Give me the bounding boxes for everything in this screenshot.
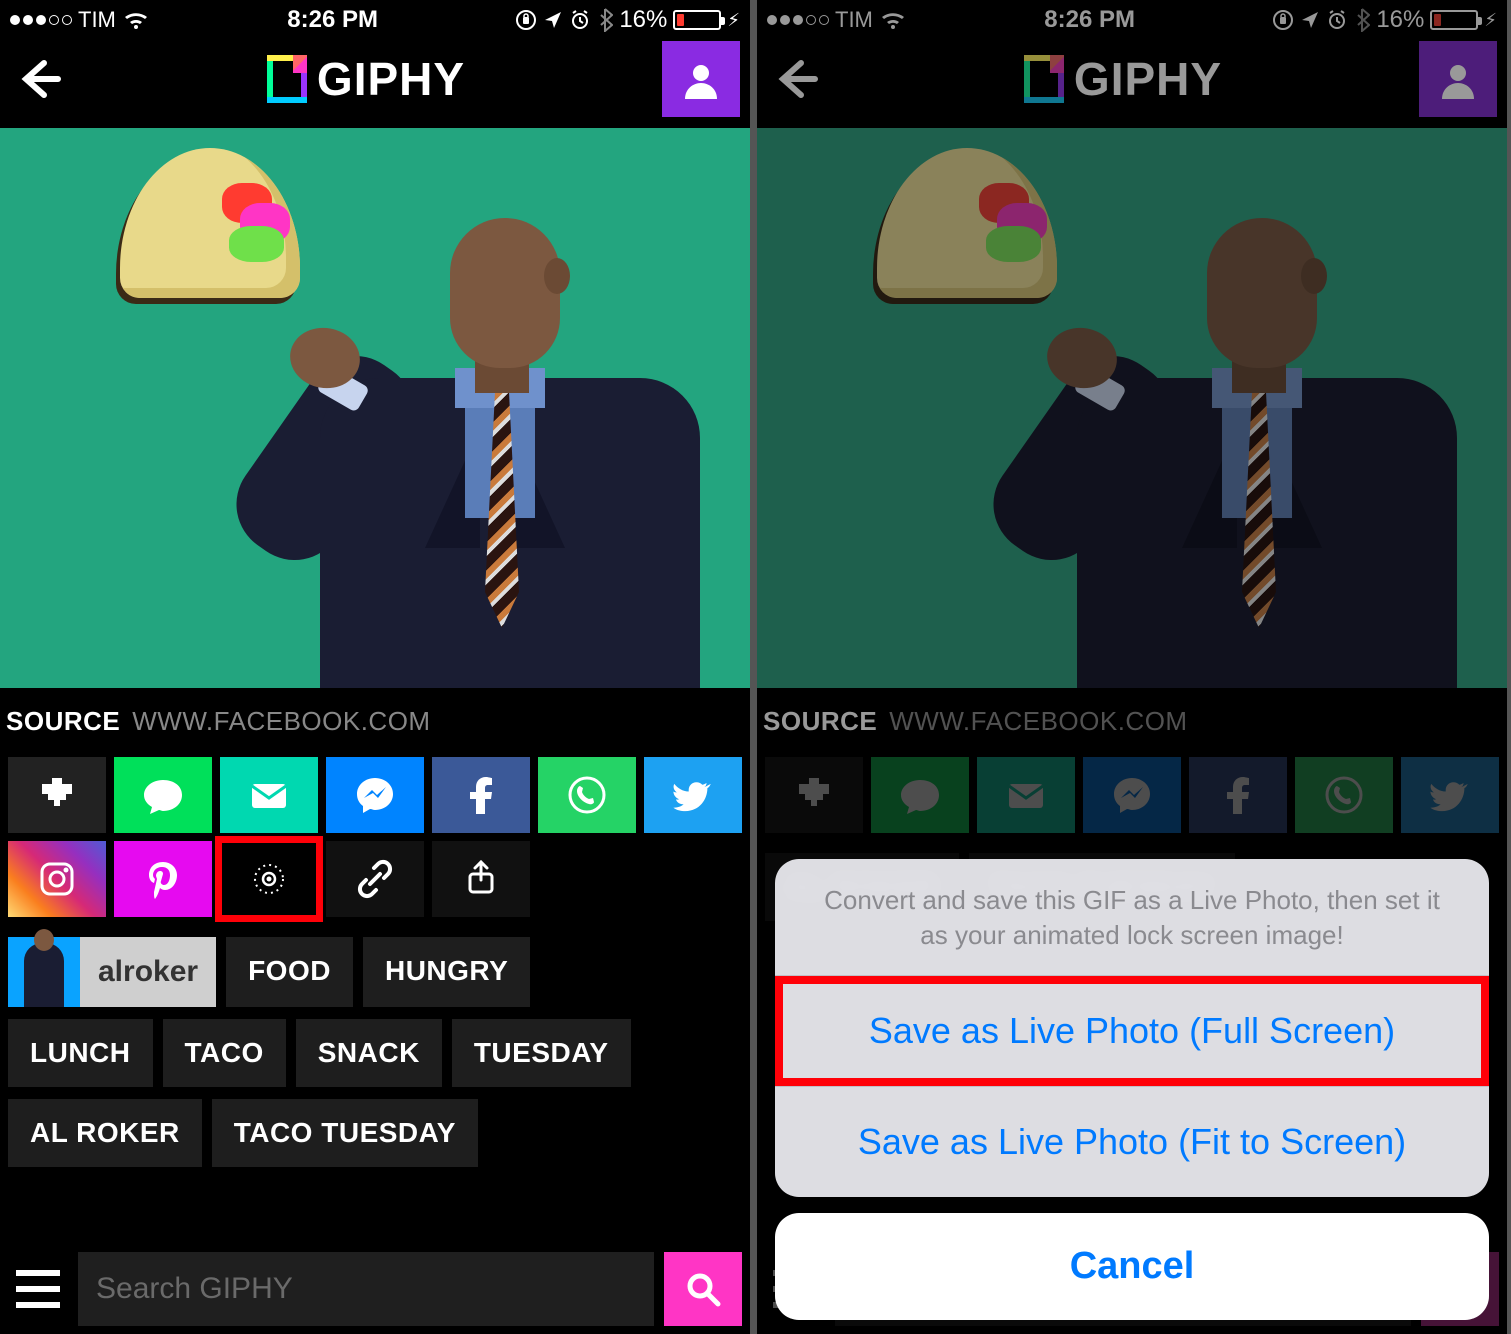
search-button[interactable] xyxy=(664,1252,742,1326)
tag-chip[interactable]: TUESDAY xyxy=(452,1019,631,1087)
share-copylink-button[interactable] xyxy=(326,841,424,917)
author-name: alroker xyxy=(80,955,216,989)
giphy-logo[interactable]: GIPHY xyxy=(267,52,465,106)
menu-button[interactable] xyxy=(8,1259,68,1319)
tags-area: alroker FOOD HUNGRY LUNCH TACO SNACK TUE… xyxy=(0,925,750,1179)
taco-graphic xyxy=(120,148,300,298)
location-icon xyxy=(543,10,563,30)
author-chip[interactable]: alroker xyxy=(8,937,216,1007)
author-avatar-icon xyxy=(8,937,80,1007)
wifi-icon xyxy=(122,9,150,31)
source-link[interactable]: WWW.FACEBOOK.COM xyxy=(132,706,430,737)
share-twitter-button[interactable] xyxy=(644,757,742,833)
share-instagram-button[interactable] xyxy=(8,841,106,917)
share-livephoto-button[interactable] xyxy=(220,841,318,917)
search-input[interactable] xyxy=(78,1272,654,1306)
giphy-logo-text: GIPHY xyxy=(317,52,465,106)
phone-right: TIM 8:26 PM 16% ⚡︎ xyxy=(757,0,1507,1334)
action-sheet: Convert and save this GIF as a Live Phot… xyxy=(775,859,1489,1320)
share-messenger-button[interactable] xyxy=(326,757,424,833)
bottom-bar xyxy=(0,1244,750,1334)
phone-left: TIM 8:26 PM 16% ⚡︎ GIPHY xyxy=(0,0,750,1334)
profile-button[interactable] xyxy=(662,41,740,117)
tag-chip[interactable]: LUNCH xyxy=(8,1019,153,1087)
tag-chip[interactable]: AL ROKER xyxy=(8,1099,202,1167)
nav-bar: GIPHY xyxy=(0,40,750,128)
tag-chip[interactable]: HUNGRY xyxy=(363,937,530,1007)
battery-percent-label: 16% xyxy=(619,6,667,34)
actionsheet-option-fullscreen[interactable]: Save as Live Photo (Full Screen) xyxy=(775,976,1489,1087)
giphy-logo-icon xyxy=(267,55,307,103)
battery-icon xyxy=(673,10,721,30)
share-facebook-button[interactable] xyxy=(432,757,530,833)
share-sms-button[interactable] xyxy=(114,757,212,833)
actionsheet-message: Convert and save this GIF as a Live Phot… xyxy=(775,859,1489,976)
share-grid xyxy=(0,757,750,925)
share-pinterest-button[interactable] xyxy=(114,841,212,917)
charging-icon: ⚡︎ xyxy=(727,10,740,31)
carrier-label: TIM xyxy=(78,7,116,33)
tag-chip[interactable]: SNACK xyxy=(296,1019,442,1087)
gif-preview[interactable] xyxy=(0,128,750,688)
bluetooth-icon xyxy=(597,8,613,32)
share-whatsapp-button[interactable] xyxy=(538,757,636,833)
favorite-button[interactable] xyxy=(8,757,106,833)
tag-chip[interactable]: FOOD xyxy=(226,937,353,1007)
alarm-icon xyxy=(569,9,591,31)
source-label: SOURCE xyxy=(6,706,120,737)
rotation-lock-icon xyxy=(515,9,537,31)
status-bar: TIM 8:26 PM 16% ⚡︎ xyxy=(0,0,750,40)
tag-chip[interactable]: TACO xyxy=(163,1019,286,1087)
back-button[interactable] xyxy=(10,49,70,109)
actionsheet-cancel[interactable]: Cancel xyxy=(775,1213,1489,1320)
share-more-button[interactable] xyxy=(432,841,530,917)
share-mail-button[interactable] xyxy=(220,757,318,833)
search-wrap xyxy=(78,1252,654,1326)
person-graphic xyxy=(280,168,710,688)
signal-dots-icon xyxy=(10,15,72,25)
clock-label: 8:26 PM xyxy=(287,6,378,34)
source-row: SOURCE WWW.FACEBOOK.COM xyxy=(0,688,750,757)
actionsheet-option-fit[interactable]: Save as Live Photo (Fit to Screen) xyxy=(775,1087,1489,1197)
tag-chip[interactable]: TACO TUESDAY xyxy=(212,1099,478,1167)
